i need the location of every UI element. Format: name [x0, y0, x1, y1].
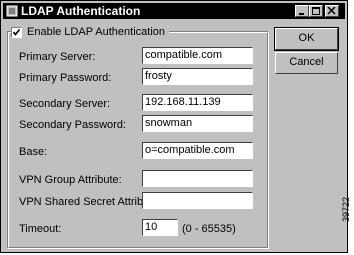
enable-ldap-row[interactable]: Enable LDAP Authentication [11, 24, 170, 40]
enable-ldap-label: Enable LDAP Authentication [27, 26, 166, 38]
timeout-input[interactable]: 10 [142, 219, 178, 236]
maximize-button[interactable] [309, 5, 323, 17]
primary-password-label: Primary Password: [19, 72, 112, 84]
timeout-range-text: (0 - 65535) [182, 223, 236, 235]
app-icon [6, 5, 18, 17]
timeout-label: Timeout: [19, 223, 62, 235]
cancel-button[interactable]: Cancel [275, 52, 338, 74]
base-input[interactable]: o=compatible.com [142, 142, 253, 159]
primary-server-input[interactable]: compatible.com [142, 47, 253, 64]
vpn-shared-secret-attribute-label: VPN Shared Secret Attribute: [19, 196, 162, 208]
base-label: Base: [19, 146, 48, 158]
ok-button[interactable]: OK [274, 27, 339, 51]
vpn-group-attribute-label: VPN Group Attribute: [19, 174, 122, 186]
secondary-password-input[interactable]: snowman [142, 115, 253, 132]
minimize-icon [299, 13, 304, 15]
checkmark-icon [12, 28, 21, 36]
title-bar[interactable]: LDAP Authentication [3, 3, 345, 19]
maximize-icon [312, 7, 320, 15]
secondary-server-label: Secondary Server: [19, 98, 111, 110]
minimize-button[interactable] [295, 5, 309, 17]
ldap-dialog: LDAP Authentication Enable LDAP Authenti… [0, 0, 348, 253]
vpn-group-attribute-input[interactable] [142, 170, 253, 187]
vpn-shared-secret-attribute-input[interactable] [142, 192, 253, 209]
primary-server-label: Primary Server: [19, 51, 96, 63]
close-button[interactable] [325, 5, 339, 17]
figure-code: 39722 [341, 196, 351, 222]
secondary-password-label: Secondary Password: [19, 119, 126, 131]
enable-ldap-checkbox[interactable] [11, 26, 22, 38]
primary-password-input[interactable]: frosty [142, 68, 253, 85]
window-title: LDAP Authentication [21, 4, 141, 18]
close-icon [327, 7, 336, 15]
secondary-server-input[interactable]: 192.168.11.139 [142, 94, 253, 111]
